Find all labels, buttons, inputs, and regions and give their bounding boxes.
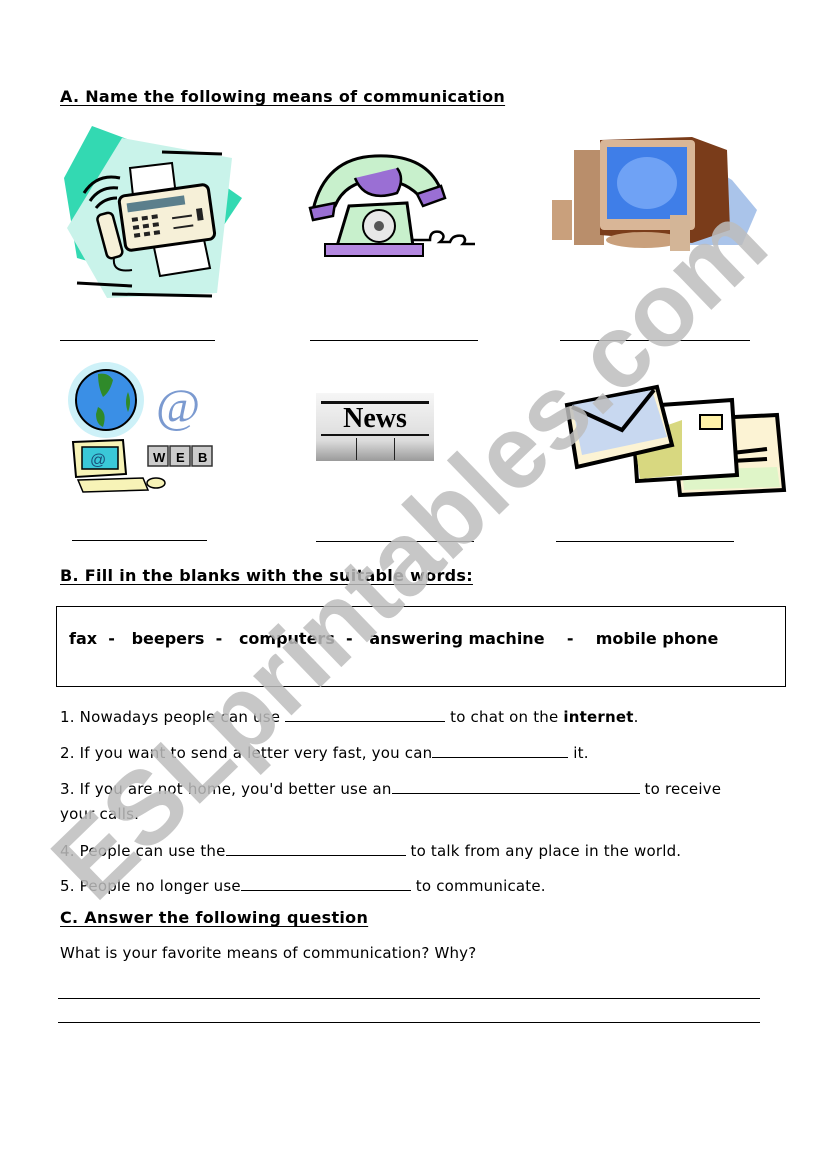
blank-1[interactable]: [285, 707, 446, 722]
blank-5[interactable]: [240, 876, 411, 891]
section-a-heading: A. Name the following means of communica…: [60, 87, 506, 106]
word-bank-text: fax - beepers - computers - answering ma…: [69, 629, 719, 648]
section-b-heading: B. Fill in the blanks with the suitable …: [60, 566, 473, 585]
blank-4[interactable]: [225, 841, 406, 856]
answer-line-4[interactable]: [72, 540, 207, 541]
answer-line-6[interactable]: [556, 541, 734, 542]
answer-line-2[interactable]: [310, 340, 478, 341]
answer-line-c-1[interactable]: [58, 998, 760, 999]
at-symbol-text: @: [156, 380, 200, 433]
answer-line-5[interactable]: [316, 541, 474, 542]
svg-text:@: @: [90, 452, 106, 469]
internet-email-icon: @ @ W E B: [68, 362, 218, 494]
blank-2[interactable]: [432, 743, 569, 758]
answer-line-c-2[interactable]: [58, 1022, 760, 1023]
sentence-2: 2. If you want to send a letter very fas…: [60, 743, 589, 762]
word-bank-box: fax - beepers - computers - answering ma…: [56, 606, 786, 687]
sentence-1: 1. Nowadays people can use to chat on th…: [60, 707, 639, 726]
fax-machine-icon: [62, 118, 252, 303]
desktop-computer-icon: [552, 135, 757, 255]
svg-text:W: W: [153, 450, 166, 465]
answer-line-3[interactable]: [560, 340, 750, 341]
sentence-3-continuation: your calls.: [60, 805, 140, 823]
rotary-telephone-icon: [305, 148, 480, 268]
section-c-question: What is your favorite means of communica…: [60, 944, 477, 962]
sentence-3: 3. If you are not home, you'd better use…: [60, 779, 722, 798]
newspaper-icon: News: [316, 393, 434, 461]
sentence-5: 5. People no longer use to communicate.: [60, 876, 546, 895]
sentence-4: 4. People can use the to talk from any p…: [60, 841, 682, 860]
letters-envelopes-icon: [562, 375, 792, 500]
newspaper-masthead: News: [343, 403, 407, 434]
svg-text:B: B: [198, 450, 207, 465]
section-c-heading: C. Answer the following question: [60, 908, 369, 927]
svg-text:E: E: [176, 450, 185, 465]
blank-3[interactable]: [391, 779, 640, 794]
answer-line-1[interactable]: [60, 340, 215, 341]
